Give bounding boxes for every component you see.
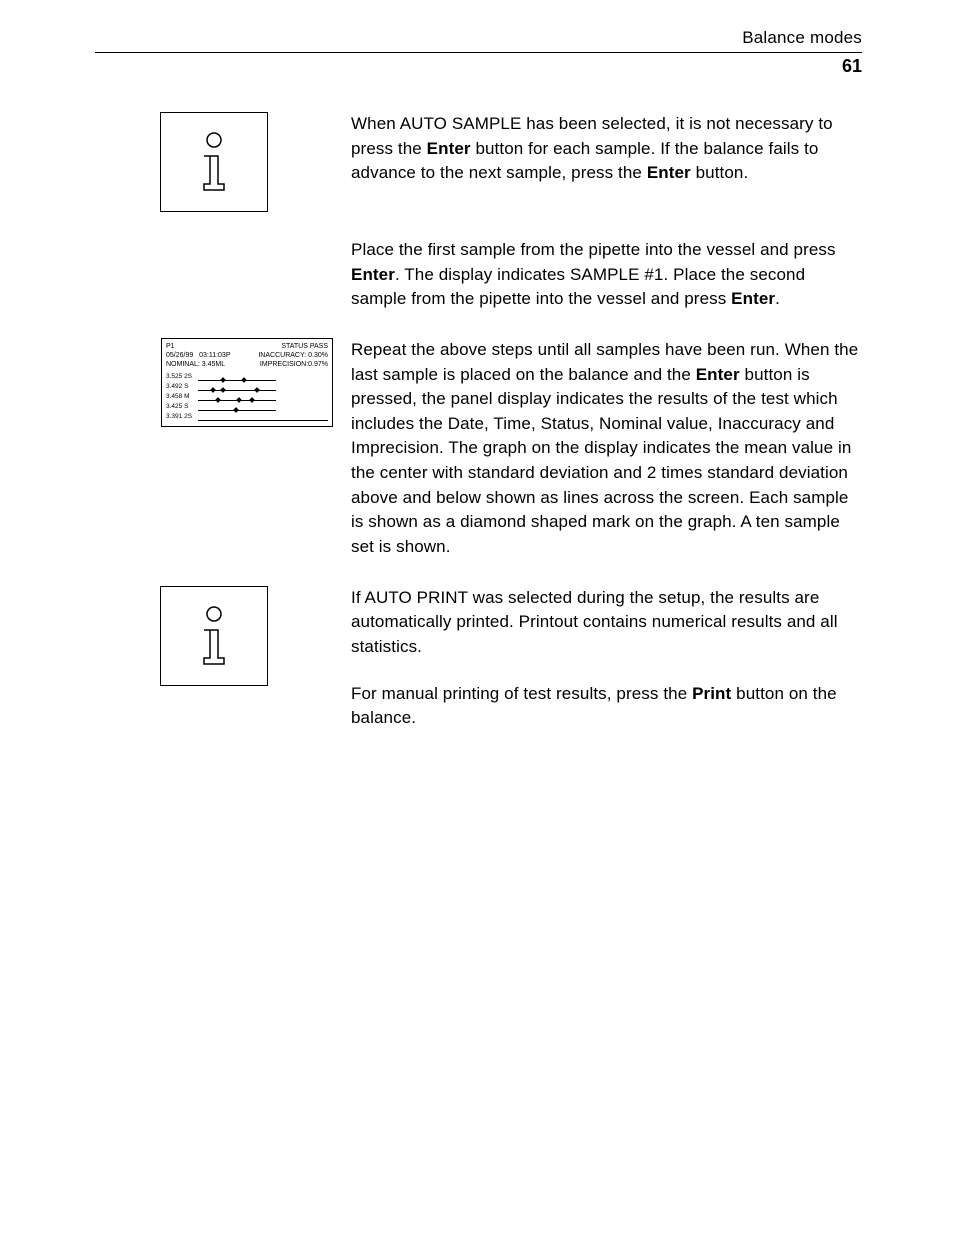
paragraph: Repeat the above steps until all samples…	[351, 338, 862, 560]
info-icon	[160, 586, 268, 686]
bold-text: Print	[692, 684, 731, 703]
graph-row-label: 3.492 S	[166, 383, 198, 391]
text: button is pressed, the panel display ind…	[351, 365, 851, 556]
display-graphic: P1 STATUS PASS 05/26/99 03:11:03P INACCU…	[161, 338, 333, 427]
display-date: 05/26/99	[166, 352, 193, 359]
paragraph: For manual printing of test results, pre…	[351, 682, 862, 731]
header-title: Balance modes	[95, 28, 862, 48]
graph-row-label: 3.458 M	[166, 393, 198, 401]
paragraph: Place the first sample from the pipette …	[351, 238, 862, 312]
content-block: If AUTO PRINT was selected during the se…	[95, 586, 862, 731]
display-row: P1 STATUS PASS	[166, 342, 328, 351]
graph-line	[198, 380, 276, 381]
text: Place the first sample from the pipette …	[351, 240, 836, 259]
display-label: P1	[166, 342, 175, 351]
paragraph: If AUTO PRINT was selected during the se…	[351, 586, 862, 660]
graph-row: 3.391 2S	[166, 412, 328, 422]
display-nominal: NOMINAL: 3.45ML	[166, 360, 225, 369]
text: button.	[691, 163, 749, 182]
graph-line-area	[198, 382, 328, 392]
bold-text: Enter	[351, 265, 395, 284]
text-column: Repeat the above steps until all samples…	[351, 338, 862, 560]
display-status: STATUS PASS	[281, 342, 328, 351]
text: For manual printing of test results, pre…	[351, 684, 692, 703]
text-column: Place the first sample from the pipette …	[351, 238, 862, 312]
graph-row-label: 3.425 S	[166, 403, 198, 411]
page-header: Balance modes 61	[95, 28, 862, 77]
display-graph: 3.525 2S 3.492 S 3.458 M 3.425 S 3.391 2S	[166, 372, 328, 422]
graph-row: 3.525 2S	[166, 372, 328, 382]
bold-text: Enter	[696, 365, 740, 384]
margin-column: P1 STATUS PASS 05/26/99 03:11:03P INACCU…	[95, 338, 333, 560]
graph-line-area	[198, 412, 328, 422]
display-inaccuracy: INACCURACY: 0.30%	[258, 351, 328, 360]
display-imprecision: IMPRECISION:0.97%	[260, 360, 328, 369]
content-block: P1 STATUS PASS 05/26/99 03:11:03P INACCU…	[95, 338, 862, 560]
display-time: 03:11:03P	[199, 352, 230, 359]
graph-row: 3.492 S	[166, 382, 328, 392]
text: .	[775, 289, 780, 308]
graph-line-area	[198, 392, 328, 402]
graph-line-area	[198, 402, 328, 412]
bold-text: Enter	[647, 163, 691, 182]
text-column: When AUTO SAMPLE has been selected, it i…	[351, 112, 862, 212]
paragraph: When AUTO SAMPLE has been selected, it i…	[351, 112, 862, 186]
content-block: When AUTO SAMPLE has been selected, it i…	[95, 112, 862, 212]
graph-row: 3.425 S	[166, 402, 328, 412]
page-content: When AUTO SAMPLE has been selected, it i…	[95, 112, 862, 757]
margin-column	[95, 112, 333, 212]
graph-row: 3.458 M	[166, 392, 328, 402]
header-rule	[95, 52, 862, 53]
info-icon	[160, 112, 268, 212]
bold-text: Enter	[427, 139, 471, 158]
display-datetime: 05/26/99 03:11:03P	[166, 351, 231, 360]
bold-text: Enter	[731, 289, 775, 308]
margin-column	[95, 238, 333, 312]
graph-line	[198, 420, 328, 421]
margin-column	[95, 586, 333, 731]
graph-line-area	[198, 372, 328, 382]
graph-row-label: 3.391 2S	[166, 413, 198, 421]
display-row: 05/26/99 03:11:03P INACCURACY: 0.30%	[166, 351, 328, 360]
text-column: If AUTO PRINT was selected during the se…	[351, 586, 862, 731]
display-row: NOMINAL: 3.45ML IMPRECISION:0.97%	[166, 360, 328, 369]
content-block: Place the first sample from the pipette …	[95, 238, 862, 312]
page-number: 61	[95, 56, 862, 77]
graph-row-label: 3.525 2S	[166, 373, 198, 381]
